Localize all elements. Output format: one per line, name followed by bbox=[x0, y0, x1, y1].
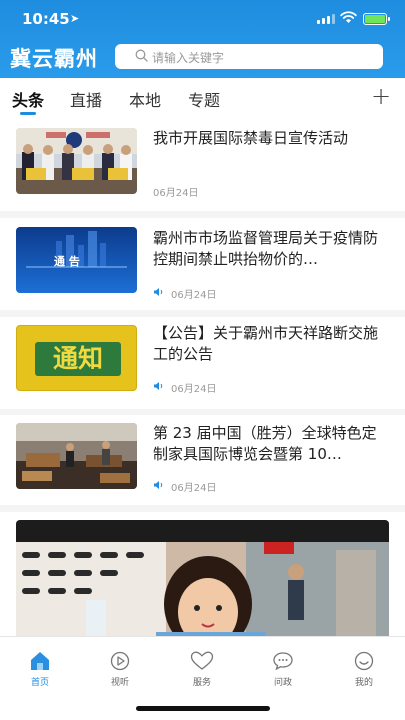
nav-label: 服务 bbox=[192, 678, 211, 688]
audio-icon bbox=[154, 288, 163, 296]
heart-icon bbox=[190, 651, 214, 670]
nav-inquiry[interactable]: 问政 bbox=[258, 651, 308, 688]
news-card[interactable]: 通 告 霸州市市场监督管理局关于疫情防控期间禁止哄抬物价的… 06月24日 bbox=[0, 218, 405, 310]
news-thumbnail: 通 告 bbox=[16, 227, 137, 293]
play-icon bbox=[110, 651, 130, 671]
app-header: 10:45 ➤ 冀云霸州 请输入关键字 bbox=[0, 0, 405, 78]
news-date: 06月24日 bbox=[171, 384, 217, 395]
status-bar: 10:45 ➤ bbox=[0, 0, 405, 40]
tab-live[interactable]: 直播 bbox=[70, 87, 102, 111]
search-placeholder: 请输入关键字 bbox=[152, 51, 225, 65]
chat-icon bbox=[273, 652, 293, 671]
news-thumbnail: 通知 bbox=[16, 325, 137, 391]
wifi-icon bbox=[340, 11, 357, 23]
search-input[interactable]: 请输入关键字 bbox=[115, 44, 383, 69]
home-indicator bbox=[136, 706, 270, 711]
nav-profile[interactable]: 我的 bbox=[339, 651, 389, 688]
news-feed[interactable]: 我市开展国际禁毒日宣传活动 06月24日 通 告 霸州市市场监督管理局关于疫情防… bbox=[0, 120, 405, 636]
nav-label: 问政 bbox=[273, 678, 292, 688]
audio-icon bbox=[154, 382, 163, 390]
news-title: 【公告】关于霸州市天祥路断交施工的公告 bbox=[153, 324, 379, 363]
news-date: 06月24日 bbox=[171, 483, 217, 494]
nav-label: 我的 bbox=[354, 678, 373, 688]
home-icon bbox=[31, 652, 49, 670]
news-date: 06月24日 bbox=[171, 290, 217, 301]
thumbnail-caption: 通 告 bbox=[54, 255, 80, 268]
news-thumbnail bbox=[16, 128, 137, 194]
news-title: 霸州市市场监督管理局关于疫情防控期间禁止哄抬物价的… bbox=[153, 229, 379, 268]
news-date: 06月24日 bbox=[153, 188, 199, 199]
status-time: 10:45 bbox=[22, 10, 70, 28]
tab-topics[interactable]: 专题 bbox=[188, 87, 220, 111]
news-card[interactable]: 我市开展国际禁毒日宣传活动 06月24日 bbox=[0, 120, 405, 211]
news-title: 第 23 届中国（胜芳）全球特色定制家具国际博览会暨第 10… bbox=[153, 424, 377, 463]
news-card[interactable]: 第 23 届中国（胜芳）全球特色定制家具国际博览会暨第 10… 06月24日 bbox=[0, 415, 405, 505]
battery-icon bbox=[363, 13, 390, 25]
channel-tabs: 头条 直播 本地 专题 + bbox=[0, 78, 405, 120]
profile-icon bbox=[354, 651, 374, 671]
location-arrow-icon: ➤ bbox=[70, 12, 80, 25]
active-tab-indicator bbox=[20, 112, 36, 115]
search-icon bbox=[135, 49, 148, 62]
add-channel-button[interactable]: + bbox=[371, 82, 391, 110]
nav-service[interactable]: 服务 bbox=[177, 651, 227, 688]
news-thumbnail bbox=[16, 423, 137, 489]
tab-headlines[interactable]: 头条 bbox=[12, 87, 44, 111]
news-title: 我市开展国际禁毒日宣传活动 bbox=[153, 129, 349, 147]
nav-home[interactable]: 首页 bbox=[15, 651, 65, 688]
audio-icon bbox=[154, 481, 163, 489]
video-thumbnail[interactable] bbox=[16, 520, 389, 636]
thumbnail-caption: 通知 bbox=[52, 344, 103, 373]
nav-label: 视听 bbox=[110, 678, 129, 688]
news-card[interactable]: 通知 【公告】关于霸州市天祥路断交施工的公告 06月24日 bbox=[0, 317, 405, 409]
cellular-signal-icon bbox=[317, 14, 335, 24]
nav-label: 首页 bbox=[30, 678, 49, 688]
app-brand-title: 冀云霸州 bbox=[10, 47, 98, 71]
nav-media[interactable]: 视听 bbox=[95, 651, 145, 688]
video-card[interactable] bbox=[0, 512, 405, 636]
tab-local[interactable]: 本地 bbox=[129, 87, 161, 111]
